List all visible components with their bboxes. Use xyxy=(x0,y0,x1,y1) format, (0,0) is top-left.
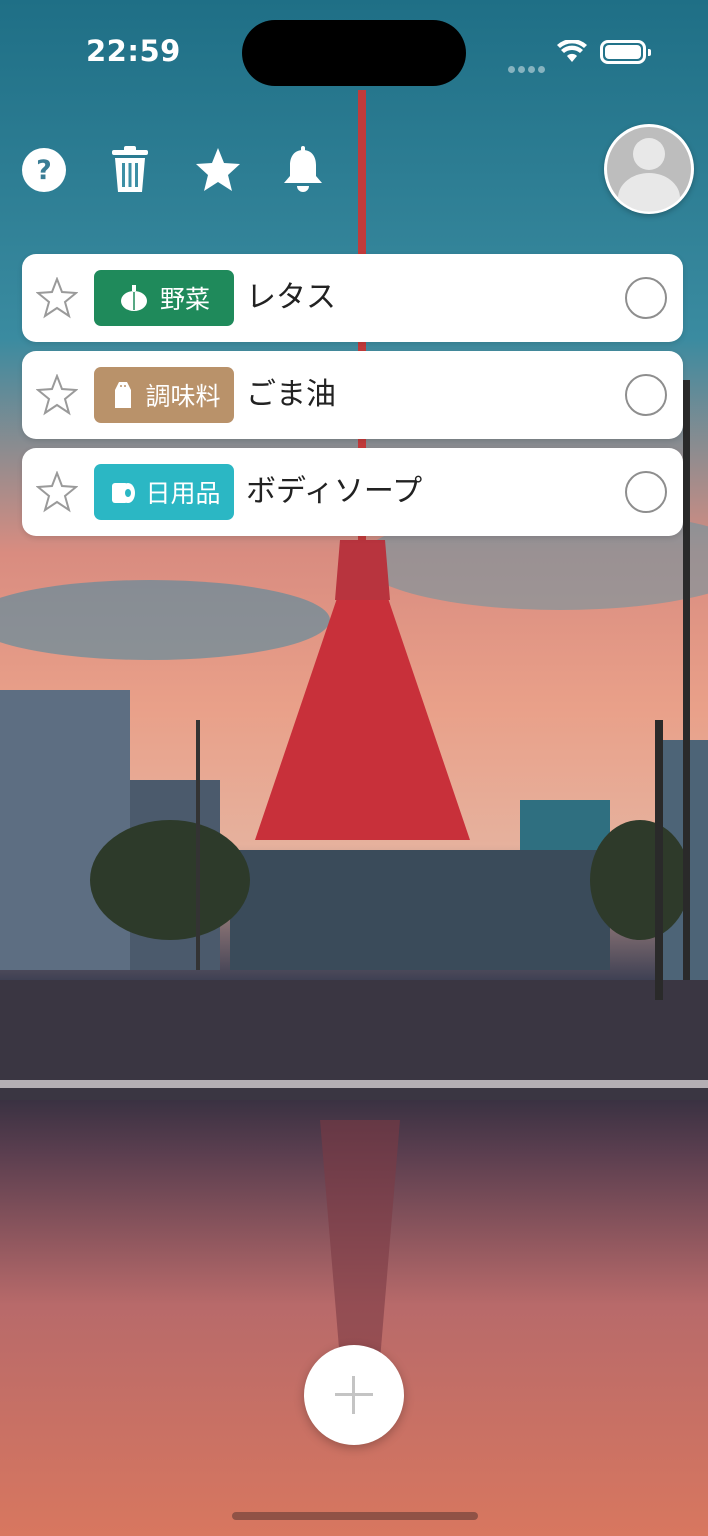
complete-checkbox[interactable] xyxy=(625,374,667,416)
help-icon[interactable]: ? xyxy=(20,146,68,194)
status-bar: 22:59 xyxy=(0,0,708,100)
user-avatar-icon xyxy=(607,127,691,212)
item-name: レタス xyxy=(246,280,336,315)
category-tag: 日用品 xyxy=(94,464,234,520)
background-photo xyxy=(0,0,708,1536)
complete-checkbox[interactable] xyxy=(625,277,667,319)
shopping-list: 野菜 レタス 調味料 ごま油 日用品 ボディソープ xyxy=(22,254,683,545)
battery-icon xyxy=(600,40,651,64)
user-avatar[interactable] xyxy=(604,124,694,214)
wifi-icon xyxy=(557,40,587,62)
favorites-star-icon[interactable] xyxy=(194,146,242,194)
trash-icon[interactable] xyxy=(106,146,154,194)
svg-text:?: ? xyxy=(36,155,52,186)
favorite-star-outline-icon[interactable] xyxy=(36,277,78,319)
category-label: 調味料 xyxy=(145,382,221,411)
dynamic-island xyxy=(242,20,466,86)
list-item[interactable]: 調味料 ごま油 xyxy=(22,351,683,439)
category-tag: 野菜 xyxy=(94,270,234,326)
notification-bell-icon[interactable] xyxy=(279,146,327,194)
pumpkin-icon xyxy=(118,282,150,314)
item-name: ごま油 xyxy=(246,377,336,412)
complete-checkbox[interactable] xyxy=(625,471,667,513)
favorite-star-outline-icon[interactable] xyxy=(36,471,78,513)
add-item-button[interactable] xyxy=(304,1345,404,1445)
category-label: 野菜 xyxy=(159,285,210,314)
toilet-paper-icon xyxy=(107,476,139,508)
list-item[interactable]: 日用品 ボディソープ xyxy=(22,448,683,536)
home-indicator[interactable] xyxy=(232,1512,478,1520)
category-label: 日用品 xyxy=(145,479,221,508)
category-tag: 調味料 xyxy=(94,367,234,423)
cellular-signal-icon xyxy=(508,58,548,77)
favorite-star-outline-icon[interactable] xyxy=(36,374,78,416)
list-item[interactable]: 野菜 レタス xyxy=(22,254,683,342)
salt-shaker-icon xyxy=(107,379,139,411)
item-name: ボディソープ xyxy=(246,474,423,509)
status-time: 22:59 xyxy=(86,34,181,68)
